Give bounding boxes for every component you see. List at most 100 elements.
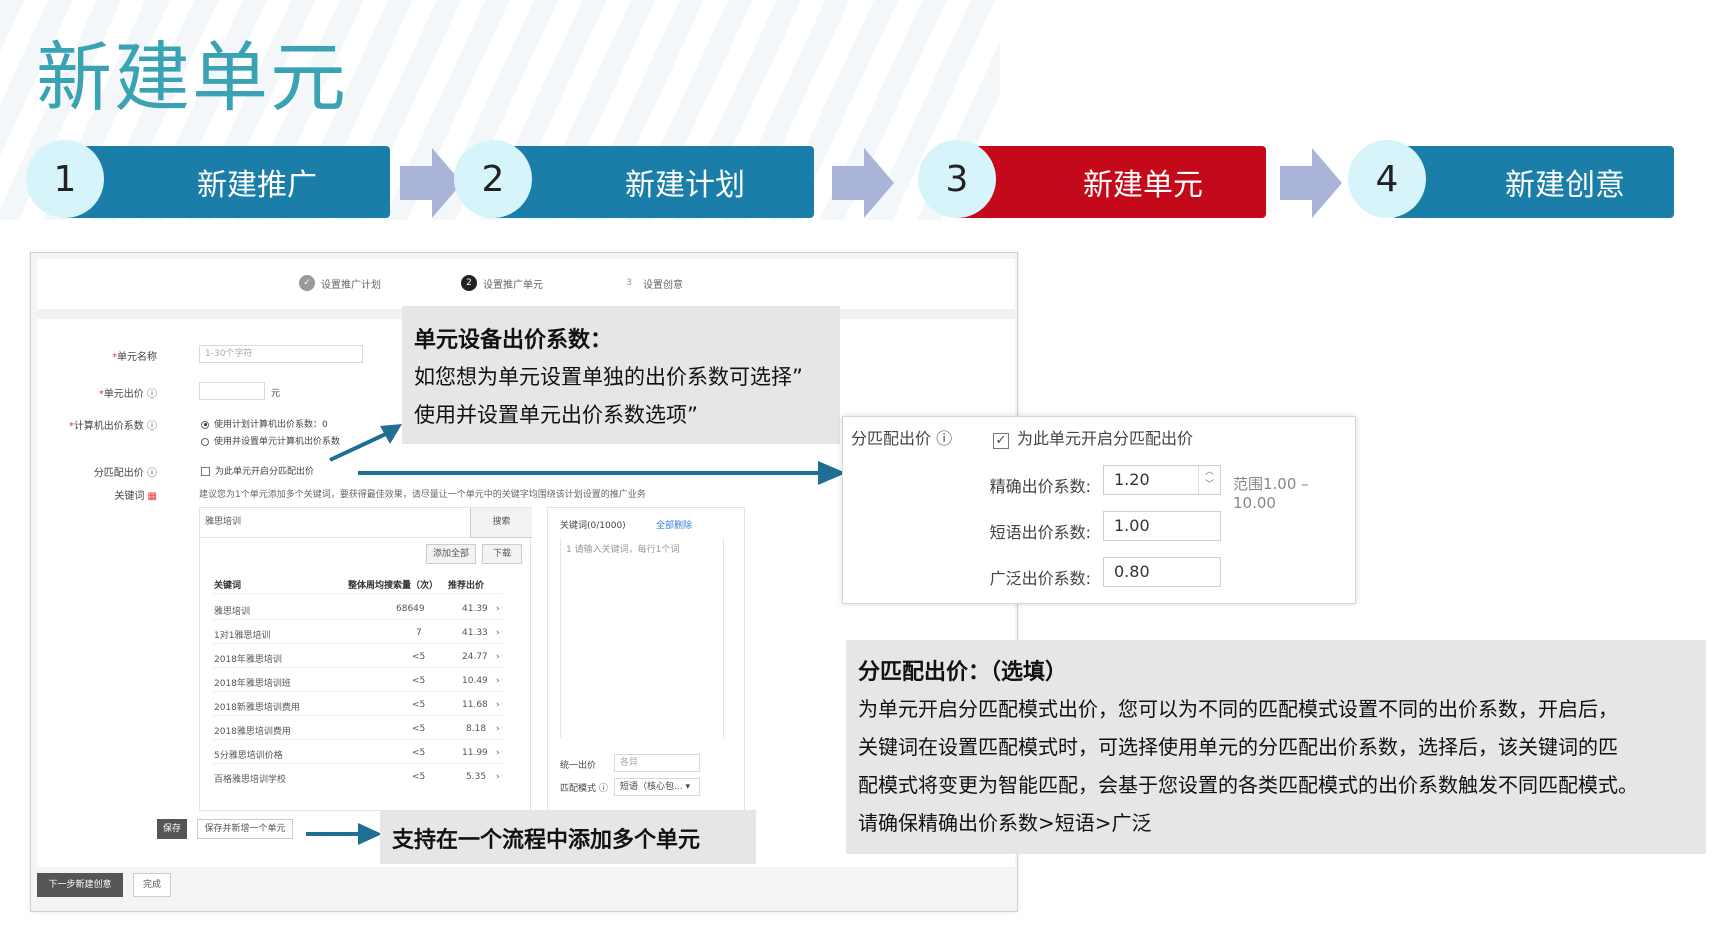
unified-bid-label: 统一出价 (560, 761, 597, 771)
step-2-number: 2 (454, 140, 532, 218)
step-4-number: 4 (1348, 140, 1426, 218)
unified-bid-input[interactable]: 各异 (614, 754, 700, 772)
wizard-step-2-number: 2 (461, 275, 477, 291)
callout-match-bid-line4: 请确保精确出价系数>短语>广泛 (858, 811, 1152, 835)
step-3: 新建单元 (956, 146, 1266, 218)
callout-match-bid-line1: 为单元开启分匹配模式出价，您可以为不同的匹配模式设置不同的出价系数，开启后， (858, 697, 1618, 721)
phrase-coef-label: 短语出价系数: (989, 523, 1091, 542)
table-row[interactable]: 百格雅思培训学校 <5 5.35 › (212, 766, 502, 788)
wizard-step-1: ✓ 设置推广计划 (299, 275, 381, 291)
table-row[interactable]: 雅思培训 68649 41.39 › (212, 598, 502, 620)
keyword-search-input[interactable]: 雅思培训 (200, 508, 470, 538)
search-button[interactable]: 搜索 (470, 508, 532, 538)
step-1: 新建推广 (60, 146, 390, 218)
arrow-icon (358, 461, 846, 485)
step-3-number: 3 (918, 140, 996, 218)
checkbox-checked-icon: ✓ (993, 433, 1009, 449)
next-step-button[interactable]: 下一步新建创意 (37, 873, 123, 897)
header-bid: 推荐出价 (448, 581, 485, 591)
callout-multi-unit-text: 支持在一个流程中添加多个单元 (392, 828, 701, 853)
header-keyword: 关键词 (214, 581, 242, 591)
table-row[interactable]: 2018年雅思培训 <5 24.77 › (212, 646, 502, 668)
keyword-label: 关键词 ▦ (114, 491, 157, 502)
step-arrow-icon (400, 148, 462, 218)
help-icon: ⓘ (147, 389, 157, 400)
unit-bid-label: *单元出价 ⓘ (98, 389, 157, 400)
callout-match-bid-line2: 关键词在设置匹配模式时，可选择使用单元的分匹配出价系数，选择后，该关键词的匹 (858, 735, 1618, 759)
pc-coef-option-2[interactable]: 使用并设置单元计算机出价系数 (201, 434, 340, 447)
help-icon: ⓘ (598, 784, 608, 794)
page-title: 新建单元 (36, 33, 348, 122)
help-icon: ⓘ (936, 429, 953, 448)
callout-unit-coef-title: 单元设备出价系数： (414, 328, 613, 353)
step-1-label: 新建推广 (197, 168, 317, 203)
save-and-add-button[interactable]: 保存并新增一个单元 (197, 819, 293, 839)
chevron-down-icon: ▾ (685, 782, 690, 792)
keyword-icon: ▦ (147, 491, 157, 502)
broad-coef-input[interactable]: 0.80 (1103, 557, 1221, 587)
callout-match-bid-line3: 配模式将变更为智能匹配，会基于您设置的各类匹配模式的出价系数触发不同匹配模式。 (858, 773, 1638, 797)
exact-coef-label: 精确出价系数: (989, 477, 1091, 496)
stepper-icon: ︿ ﹀ (1198, 466, 1220, 494)
step-arrow-icon (832, 148, 894, 218)
callout-unit-coef-line2: 使用并设置单元出价系数选项” (414, 403, 698, 427)
header-volume: 整体周均搜索量（次） (348, 581, 439, 591)
arrow-icon (306, 823, 382, 845)
wizard-step-2-label: 设置推广单元 (483, 279, 543, 291)
step-arrow-icon (1280, 148, 1342, 218)
callout-unit-coef-line1: 如您想为单元设置单独的出价系数可选择” (414, 365, 803, 389)
pc-coef-option-1[interactable]: 使用计划计算机出价系数：0 (201, 417, 328, 430)
table-header: 关键词 整体周均搜索量（次） 推荐出价 (212, 572, 502, 594)
match-mode-label: 匹配模式 ⓘ (560, 784, 608, 794)
selected-keywords-textarea[interactable] (560, 538, 724, 738)
step-4: 新建创意 (1392, 146, 1674, 218)
match-bid-panel-checkbox[interactable]: ✓ 为此单元开启分匹配出价 (993, 425, 1193, 449)
wizard-step-3: 3 设置创意 (621, 275, 683, 291)
done-button[interactable]: 完成 (133, 873, 171, 897)
pc-coef-label: *计算机出价系数 ⓘ (68, 421, 157, 432)
callout-match-bid: 分匹配出价：（选填） 为单元开启分匹配模式出价，您可以为不同的匹配模式设置不同的… (846, 640, 1706, 854)
step-1-number: 1 (26, 140, 104, 218)
keyword-hint: 建议您为1个单元添加多个关键词，要获得最佳效果，请尽量让一个单元中的关键字均围绕… (199, 490, 646, 500)
selected-keywords-panel: 关键词(0/1000) 全部删除 1 请输入关键词，每行1个词 统一出价 各异 … (547, 507, 745, 811)
save-button[interactable]: 保存 (157, 819, 187, 839)
exact-coef-input[interactable]: 1.20 ︿ ﹀ (1103, 465, 1221, 495)
match-bid-panel-label: 分匹配出价 ⓘ (851, 429, 953, 448)
check-icon: ✓ (299, 275, 315, 291)
step-3-label: 新建单元 (1083, 168, 1203, 203)
selected-keywords-placeholder: 1 请输入关键词，每行1个词 (566, 545, 680, 555)
table-row[interactable]: 2018新雅思培训费用 <5 11.68 › (212, 694, 502, 716)
wizard-step-2: 2 设置推广单元 (461, 275, 543, 291)
help-icon: ⓘ (147, 421, 157, 432)
table-row[interactable]: 2018年雅思培训班 <5 10.49 › (212, 670, 502, 692)
unit-bid-input[interactable] (199, 382, 265, 400)
match-mode-select[interactable]: 短语（核心包... ▾ (614, 778, 700, 796)
wizard-step-3-label: 设置创意 (643, 279, 683, 291)
phrase-coef-input[interactable]: 1.00 (1103, 511, 1221, 541)
selected-keywords-header: 关键词(0/1000) (560, 521, 626, 531)
step-2: 新建计划 (492, 146, 814, 218)
keyword-search-panel: 雅思培训 搜索 添加全部 下载 关键词 整体周均搜索量（次） 推荐出价 雅思培训… (199, 507, 532, 811)
step-2-label: 新建计划 (625, 168, 745, 203)
broad-coef-label: 广泛出价系数: (989, 569, 1091, 588)
unit-name-label: *单元名称 (112, 352, 157, 363)
exact-coef-range: 范围1.00 – 10.00 (1233, 475, 1309, 512)
match-bid-checkbox[interactable]: 为此单元开启分匹配出价 (201, 464, 314, 477)
table-row[interactable]: 2018雅思培训费用 <5 8.18 › (212, 718, 502, 740)
wizard-step-1-label: 设置推广计划 (321, 279, 381, 291)
step-4-label: 新建创意 (1505, 168, 1625, 203)
unit-name-input[interactable]: 1-30个字符 (199, 345, 363, 363)
match-bid-label: 分匹配出价 ⓘ (93, 468, 157, 479)
add-all-button[interactable]: 添加全部 (426, 544, 476, 564)
callout-multi-unit: 支持在一个流程中添加多个单元 (380, 810, 756, 864)
callout-match-bid-title: 分匹配出价：（选填） (858, 660, 1068, 685)
unit-bid-unit: 元 (271, 389, 281, 399)
table-row[interactable]: 5分雅思培训价格 <5 11.99 › (212, 742, 502, 764)
wizard-step-3-number: 3 (626, 278, 632, 288)
delete-all-link[interactable]: 全部删除 (656, 518, 692, 531)
callout-unit-coef: 单元设备出价系数： 如您想为单元设置单独的出价系数可选择” 使用并设置单元出价系… (402, 306, 840, 444)
help-icon: ⓘ (147, 468, 157, 479)
match-bid-panel: 分匹配出价 ⓘ ✓ 为此单元开启分匹配出价 精确出价系数: 1.20 ︿ ﹀ 范围1… (842, 416, 1356, 604)
table-row[interactable]: 1对1雅思培训 7 41.33 › (212, 622, 502, 644)
download-button[interactable]: 下载 (482, 544, 522, 564)
